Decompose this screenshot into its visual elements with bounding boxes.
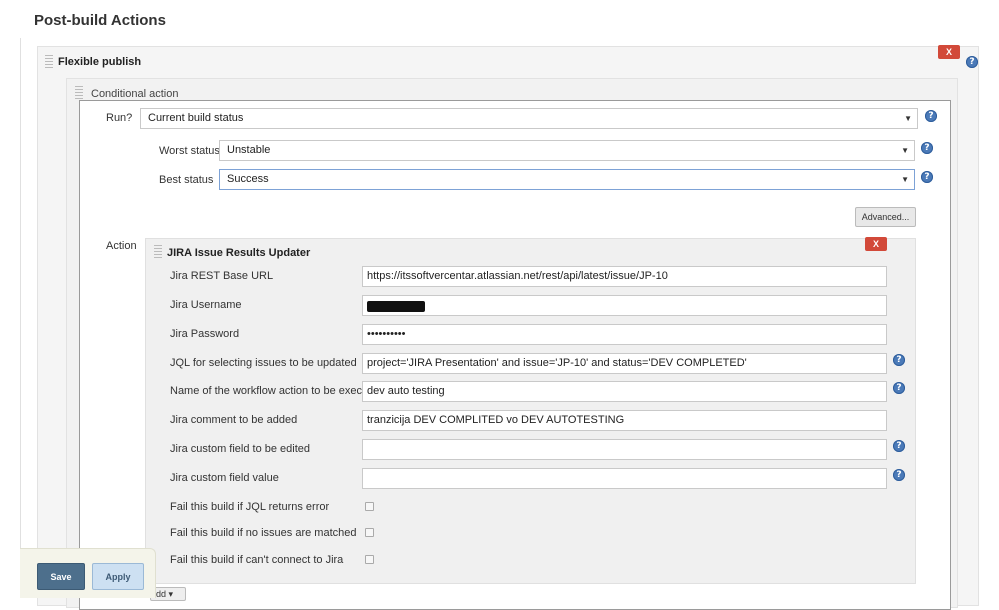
workflow-action-label: Name of the workflow action to be execut… [170,385,384,397]
flexible-publish-title: Flexible publish [58,56,142,68]
jira-password-label: Jira Password [170,328,240,340]
jql-input[interactable]: project='JIRA Presentation' and issue='J… [362,353,887,374]
flexible-publish-drag-handle[interactable] [45,55,53,69]
apply-button[interactable]: Apply [92,563,144,590]
jira-password-input[interactable]: •••••••••• [362,324,887,345]
workflow-action-help-icon[interactable]: ? [893,382,905,394]
worst-status-help-icon[interactable]: ? [921,142,933,154]
flexible-publish-help-icon[interactable]: ? [966,56,978,68]
run-select-value: Current build status [148,112,244,124]
custom-field-label: Jira custom field to be edited [170,443,311,455]
conditional-action-title: Conditional action [91,88,179,100]
jira-updater-delete-button[interactable]: X [865,237,887,251]
best-status-select[interactable]: Success ▼ [219,169,915,190]
custom-field-help-icon[interactable]: ? [893,440,905,452]
fail-jql-error-label: Fail this build if JQL returns error [170,501,330,513]
custom-field-value-input[interactable] [362,468,887,489]
run-select[interactable]: Current build status ▼ [140,108,918,129]
jira-username-label: Jira Username [170,299,242,311]
custom-field-value-label: Jira custom field value [170,472,279,484]
custom-field-value-help-icon[interactable]: ? [893,469,905,481]
best-status-label: Best status [159,174,214,186]
custom-field-input[interactable] [362,439,887,460]
chevron-down-icon: ▼ [901,175,909,184]
section-title: Post-build Actions [34,12,166,29]
save-button[interactable]: Save [37,563,85,590]
flexible-publish-delete-button[interactable]: X [938,45,960,59]
best-status-value: Success [227,173,269,185]
jira-updater-drag-handle[interactable] [154,245,162,259]
jql-label: JQL for selecting issues to be updated [170,357,357,369]
section-divider [20,38,21,596]
fail-no-connect-label: Fail this build if can't connect to Jira [170,554,344,566]
jira-base-url-input[interactable]: https://itssoftvercentar.atlassian.net/r… [362,266,887,287]
worst-status-value: Unstable [227,144,271,156]
worst-status-label: Worst status [159,145,220,157]
chevron-down-icon: ▼ [904,114,912,123]
advanced-button[interactable]: Advanced... [855,207,916,227]
conditional-action-drag-handle[interactable] [75,86,83,100]
worst-status-select[interactable]: Unstable ▼ [219,140,915,161]
fail-no-issues-label: Fail this build if no issues are matched [170,527,357,539]
workflow-action-input[interactable]: dev auto testing [362,381,887,402]
run-label: Run? [106,112,133,124]
jira-comment-label: Jira comment to be added [170,414,298,426]
jira-username-input[interactable] [362,295,887,316]
jira-updater-title: JIRA Issue Results Updater [167,247,311,259]
chevron-down-icon: ▼ [901,146,909,155]
redacted-username-mark [367,301,425,312]
fail-no-connect-checkbox[interactable] [365,555,374,564]
jira-base-url-label: Jira REST Base URL [170,270,274,282]
action-label: Action [106,240,137,252]
best-status-help-icon[interactable]: ? [921,171,933,183]
run-help-icon[interactable]: ? [925,110,937,122]
fail-jql-error-checkbox[interactable] [365,502,374,511]
jira-comment-input[interactable]: tranzicija DEV COMPLITED vo DEV AUTOTEST… [362,410,887,431]
jql-help-icon[interactable]: ? [893,354,905,366]
chevron-down-icon: ▾ [168,589,174,599]
fail-no-issues-checkbox[interactable] [365,528,374,537]
